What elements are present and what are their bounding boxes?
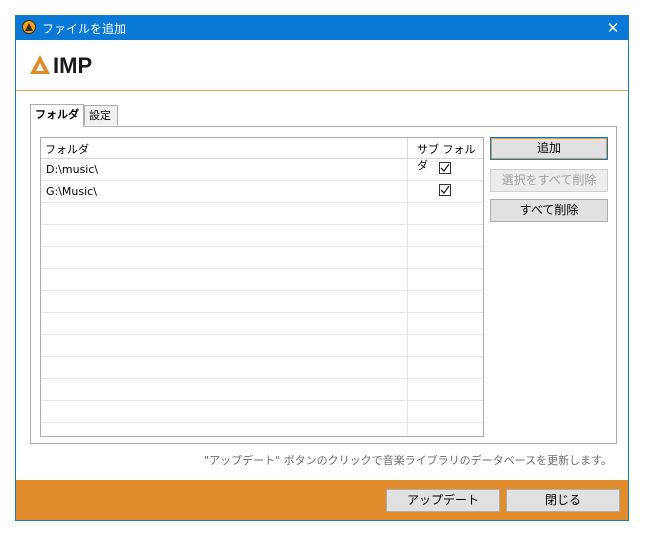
close-icon[interactable]: ✕ [598,16,628,40]
empty-row [41,269,483,291]
folder-list[interactable]: フォルダ サブ フォルダ D:\music\ G:\Music\ [40,137,484,437]
remove-selected-button[interactable]: 選択をすべて削除 [490,169,608,192]
tab-settings[interactable]: 設定 [84,105,118,125]
empty-row [41,335,483,357]
remove-all-button[interactable]: すべて削除 [490,199,608,222]
empty-row [41,247,483,269]
folder-column-label: フォルダ [45,143,89,156]
aimp-app-icon [22,20,36,34]
window-title: ファイルを追加 [42,22,127,36]
subfolder-column-header[interactable]: サブ フォルダ [407,138,483,172]
table-row[interactable]: D:\music\ [41,159,483,181]
folder-path: G:\Music\ [46,185,97,198]
subfolder-checkbox[interactable] [439,184,451,196]
close-button[interactable]: 閉じる [506,489,620,512]
title-bar[interactable]: ファイルを追加 ✕ [16,16,628,40]
empty-row [41,357,483,379]
update-button[interactable]: アップデート [386,489,500,512]
empty-row [41,379,483,401]
subfolder-checkbox[interactable] [439,162,451,174]
logo-banner: IMP [16,40,628,91]
update-hint: "アップデート" ボタンのクリックで音楽ライブラリのデータベースを更新します。 [204,454,612,467]
folder-path: D:\music\ [46,163,99,176]
empty-row [41,423,483,436]
folders-panel: フォルダ サブ フォルダ D:\music\ G:\Music\ 追加 選択をす… [30,126,617,444]
add-files-dialog: ファイルを追加 ✕ IMP フォルダ 設定 フォルダ サブ フォルダ D:\mu… [15,15,629,521]
svg-text:IMP: IMP [53,54,92,76]
aimp-logo: IMP [30,53,120,79]
empty-row [41,203,483,225]
folder-column-header[interactable]: フォルダ [41,138,407,158]
table-row[interactable]: G:\Music\ [41,181,483,203]
empty-row [41,313,483,335]
empty-row [41,291,483,313]
footer-bar: アップデート 閉じる [16,480,628,520]
tab-folders[interactable]: フォルダ [30,104,84,127]
empty-row [41,225,483,247]
add-button[interactable]: 追加 [490,137,608,160]
folder-list-header: フォルダ サブ フォルダ [41,138,483,172]
empty-row [41,401,483,423]
